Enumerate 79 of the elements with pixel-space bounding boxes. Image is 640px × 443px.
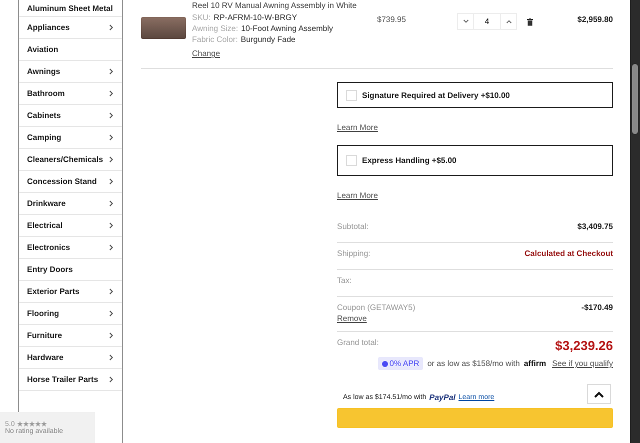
dot-icon: [382, 360, 388, 366]
increase-button[interactable]: [500, 13, 517, 30]
product-title[interactable]: Reel 10 RV Manual Awning Assembly in White: [141, 1, 613, 11]
stars-icon: [16, 421, 47, 427]
back-to-top-button[interactable]: [587, 384, 611, 404]
summary-value: Calculated at Checkout: [524, 249, 613, 258]
chevron-down-icon: [462, 19, 468, 24]
trash-icon[interactable]: [527, 18, 533, 26]
chevron-right-icon: [109, 244, 114, 251]
category-item[interactable]: Electronics: [19, 237, 122, 259]
summary-label: Subtotal:: [337, 222, 369, 231]
chevron-right-icon: [109, 112, 114, 119]
category-item[interactable]: Exterior Parts: [19, 281, 122, 303]
apr-badge: 0% APR: [378, 357, 424, 370]
summary-value: $3,409.75: [577, 222, 613, 231]
learn-more-link[interactable]: Learn More: [337, 123, 378, 132]
chevron-right-icon: [109, 354, 114, 361]
category-item[interactable]: Cleaners/Chemicals: [19, 149, 122, 171]
chevron-right-icon: [109, 332, 114, 339]
summary-label: Shipping:: [337, 249, 370, 258]
chevron-right-icon: [109, 156, 114, 163]
option-label: Express Handling +$5.00: [362, 156, 456, 165]
category-item[interactable]: Appliances: [19, 17, 122, 39]
chevron-right-icon: [109, 288, 114, 295]
quantity-field[interactable]: 4: [474, 13, 500, 30]
category-item[interactable]: Horse Trailer Parts: [19, 369, 122, 391]
summary-label: Tax:: [337, 276, 352, 285]
checkbox[interactable]: [346, 155, 357, 166]
category-item[interactable]: Drinkware: [19, 193, 122, 215]
category-item[interactable]: Aluminum Sheet Metal: [19, 0, 122, 17]
category-item[interactable]: Furniture: [19, 325, 122, 347]
checkbox[interactable]: [346, 90, 357, 100]
learn-more-link[interactable]: Learn More: [337, 191, 378, 200]
checkout-button[interactable]: [337, 408, 613, 428]
attribute-value: Burgundy Fade: [240, 35, 296, 44]
category-item[interactable]: Flooring: [19, 303, 122, 325]
category-item[interactable]: Concession Stand: [19, 171, 122, 193]
chevron-right-icon: [109, 24, 114, 31]
category-item[interactable]: Hardware: [19, 347, 122, 369]
summary-label: Grand total:: [337, 338, 379, 347]
category-item[interactable]: Aviation: [19, 39, 122, 61]
option-label: Signature Required at Delivery +$10.00: [362, 90, 510, 100]
chevron-right-icon: [109, 222, 114, 229]
chevron-right-icon: [109, 134, 114, 141]
chevron-right-icon: [109, 178, 114, 185]
summary-value: $3,239.26: [555, 338, 613, 353]
category-item[interactable]: Entry Doors: [19, 259, 122, 281]
category-item[interactable]: Bathroom: [19, 83, 122, 105]
chevron-right-icon: [109, 68, 114, 75]
category-item[interactable]: Electrical: [19, 215, 122, 237]
category-item[interactable]: Awnings: [19, 61, 122, 83]
attribute-value: 10-Foot Awning Assembly: [241, 24, 334, 33]
category-item[interactable]: Camping: [19, 127, 122, 149]
caret-up-icon: [594, 390, 604, 398]
change-link[interactable]: Change: [192, 49, 220, 58]
category-item[interactable]: Cabinets: [19, 105, 122, 127]
attribute-label: SKU:: [192, 13, 211, 22]
financing-text: or as low as $158/mo with: [427, 359, 520, 368]
chevron-right-icon: [109, 90, 114, 97]
chevron-right-icon: [109, 310, 114, 317]
chevron-right-icon: [109, 376, 114, 383]
qualify-link[interactable]: See if you qualify: [552, 359, 613, 368]
photo-placeholder: [141, 17, 186, 39]
summary-label: Coupon (GETAWAY5): [337, 303, 416, 312]
unit-price: $739.95: [377, 14, 407, 24]
summary-value: -$170.49: [581, 303, 613, 312]
remove-link[interactable]: Remove: [337, 314, 416, 323]
option-box[interactable]: Express Handling +$5.00: [337, 145, 613, 176]
paypal-logo: PayPal: [429, 392, 456, 402]
chevron-up-icon: [506, 19, 512, 24]
attribute-label: Awning Size:: [192, 24, 238, 33]
option-box[interactable]: Signature Required at Delivery +$10.00: [337, 82, 613, 108]
attribute-value: RP-AFRM-10-W-BRGY: [214, 13, 298, 22]
attribute-label: Fabric Color:: [192, 35, 238, 44]
chevron-right-icon: [109, 200, 114, 207]
decrease-button[interactable]: [457, 13, 474, 30]
scrollbar[interactable]: [630, 0, 640, 443]
affirm-logo: affirm: [524, 359, 546, 368]
line-total: $2,959.80: [577, 14, 613, 24]
